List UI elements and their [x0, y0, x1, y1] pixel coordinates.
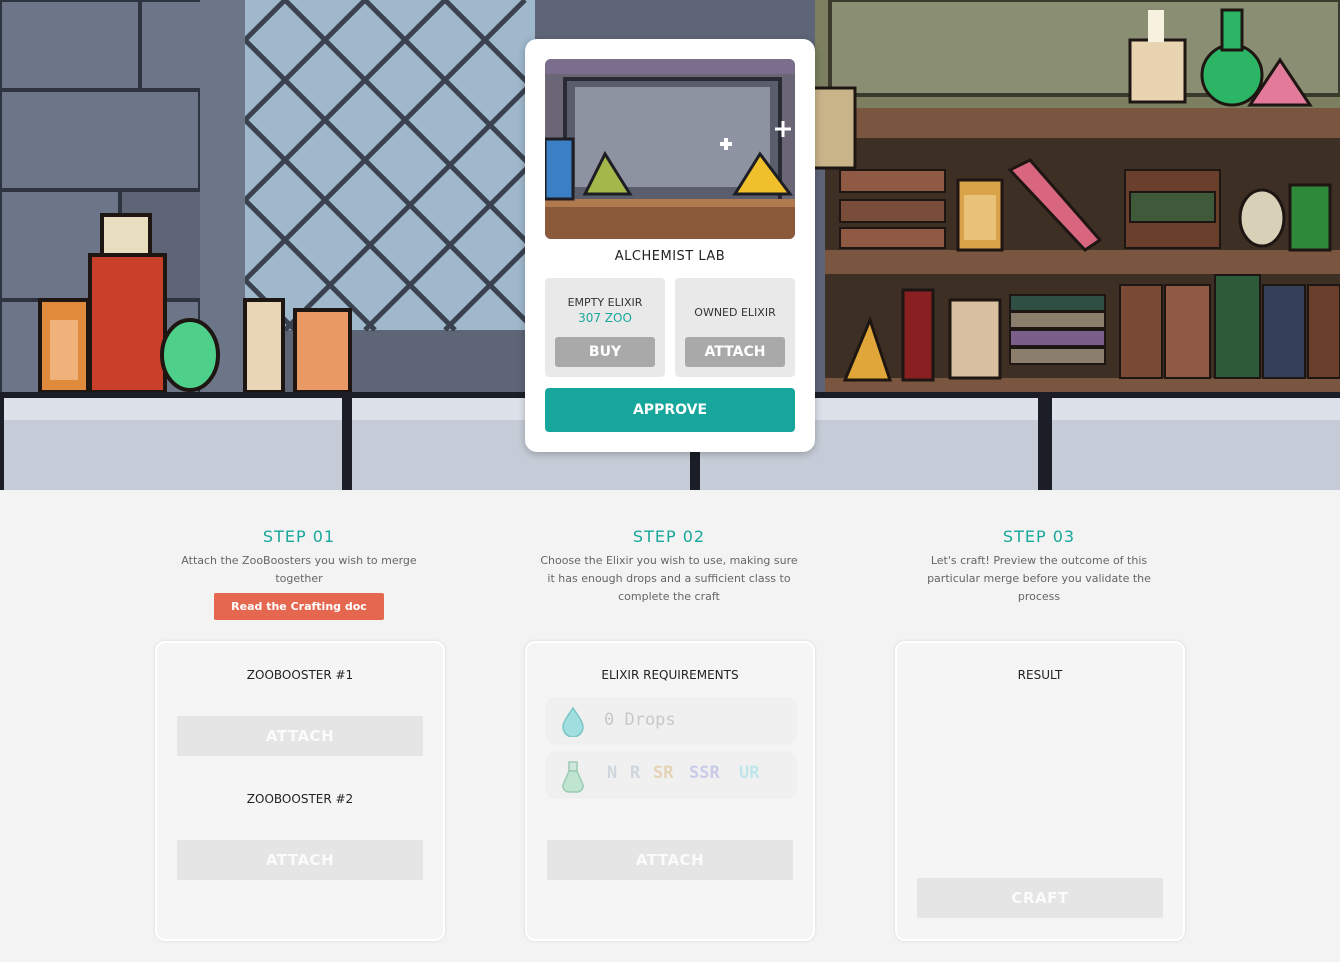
empty-elixir-price: 307 ZOO	[578, 311, 632, 325]
read-crafting-doc-button[interactable]: Read the Crafting doc	[214, 593, 384, 620]
step-title: STEP 03	[1002, 527, 1076, 546]
attach-zoobooster-2-button[interactable]: ATTACH	[177, 840, 423, 880]
rank-r: R	[630, 763, 641, 783]
zoobooster-panel: ZOOBOOSTER #1 ATTACH ZOOBOOSTER #2 ATTAC…	[155, 641, 445, 941]
empty-elixir-label: EMPTY ELIXIR	[567, 296, 643, 309]
result-panel: RESULT CRAFT	[895, 641, 1185, 941]
step-02: STEP 02 Choose the Elixir you wish to us…	[539, 527, 799, 606]
drops-requirement: 0 Drops	[547, 699, 795, 743]
zoobooster-2-title: ZOOBOOSTER #2	[246, 792, 354, 806]
zoobooster-1-title: ZOOBOOSTER #1	[246, 668, 354, 682]
craft-button[interactable]: CRAFT	[917, 878, 1163, 918]
step-description: Let's craft! Preview the outcome of this…	[927, 554, 1151, 603]
flask-icon	[561, 761, 585, 797]
step-03: STEP 03 Let's craft! Preview the outcome…	[909, 527, 1169, 606]
step-description: Attach the ZooBoosters you wish to merge…	[181, 554, 417, 585]
rank-sr: SR	[653, 763, 674, 783]
rank-ssr: SSR	[689, 763, 720, 783]
lab-title: ALCHEMIST LAB	[614, 249, 726, 264]
attach-elixir-button[interactable]: ATTACH	[685, 337, 785, 367]
owned-elixir-label: OWNED ELIXIR	[694, 306, 776, 319]
drops-count: 0 Drops	[604, 710, 676, 730]
step-01: STEP 01 Attach the ZooBoosters you wish …	[169, 527, 429, 620]
owned-elixir-box: OWNED ELIXIR ATTACH	[675, 278, 795, 377]
result-title: RESULT	[1017, 668, 1063, 682]
buy-button[interactable]: BUY	[555, 337, 655, 367]
alchemist-lab-card: ALCHEMIST LAB EMPTY ELIXIR 307 ZOO BUY O…	[525, 39, 815, 452]
step-title: STEP 01	[262, 527, 336, 546]
approve-button[interactable]: APPROVE	[545, 388, 795, 432]
class-requirement: N R SR SSR UR	[547, 753, 795, 797]
drop-icon	[561, 706, 585, 741]
attach-elixir-requirements-button[interactable]: ATTACH	[547, 840, 793, 880]
elixir-requirements-panel: ELIXIR REQUIREMENTS 0 Drops N R SR SSR U…	[525, 641, 815, 941]
step-title: STEP 02	[632, 527, 706, 546]
rank-ur: UR	[739, 763, 760, 783]
alchemist-lab-image	[545, 59, 795, 239]
empty-elixir-box: EMPTY ELIXIR 307 ZOO BUY	[545, 278, 665, 377]
rank-n: N	[607, 763, 618, 783]
attach-zoobooster-1-button[interactable]: ATTACH	[177, 716, 423, 756]
step-description: Choose the Elixir you wish to use, makin…	[540, 554, 798, 603]
elixir-requirements-title: ELIXIR REQUIREMENTS	[601, 668, 739, 682]
